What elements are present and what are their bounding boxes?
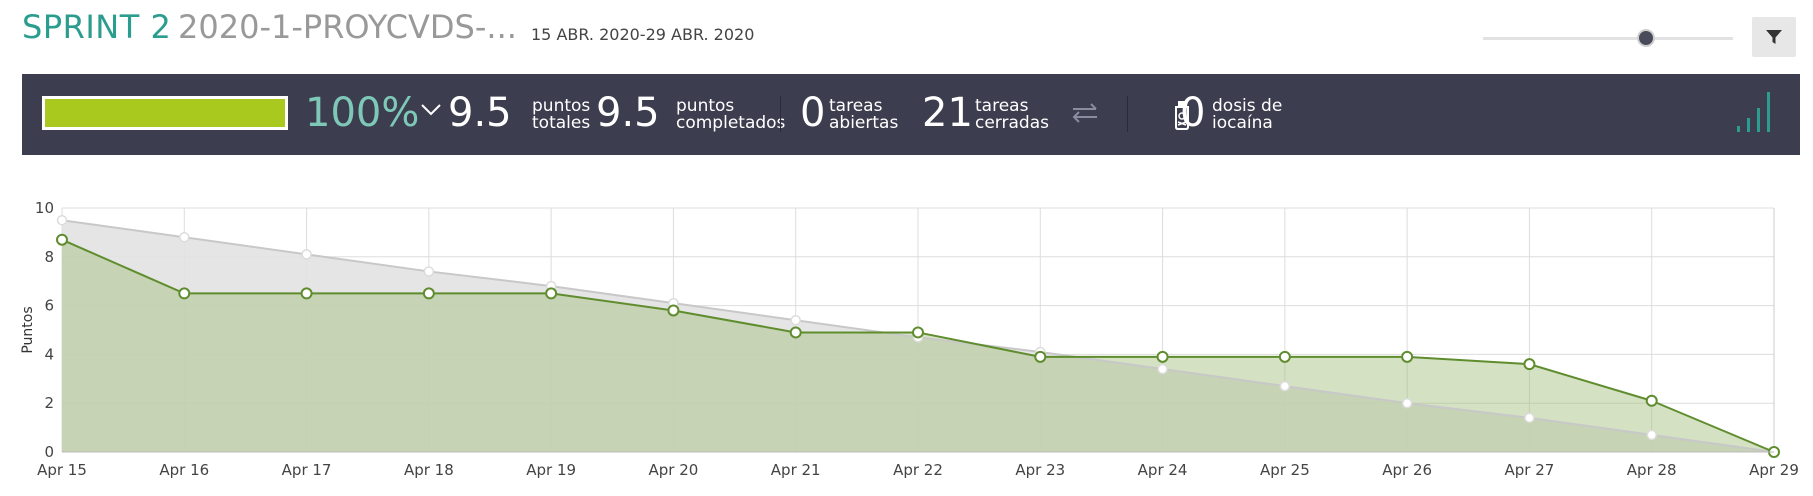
total-points-value: 9.5	[448, 90, 512, 136]
y-tick-label: 6	[44, 297, 54, 315]
y-tick-label: 4	[44, 345, 54, 363]
closed-tasks-value: 21	[922, 90, 973, 136]
series-real-point[interactable]	[789, 326, 802, 339]
total-points-label-2: totales	[532, 113, 591, 133]
x-tick-label: Apr 22	[893, 461, 943, 479]
series-real-point[interactable]	[178, 287, 191, 300]
divider	[780, 96, 781, 132]
series-ideal-point[interactable]	[1524, 412, 1535, 424]
x-tick-label: Apr 25	[1260, 461, 1310, 479]
series-ideal-point[interactable]	[1157, 363, 1168, 375]
x-tick-label: Apr 15	[37, 461, 87, 479]
series-ideal-point[interactable]	[56, 214, 68, 226]
series-real-point[interactable]	[912, 326, 924, 339]
x-tick-label: Apr 19	[526, 461, 576, 479]
series-ideal-point[interactable]	[179, 232, 190, 243]
completed-points-label-2: completados	[676, 113, 786, 133]
filter-button[interactable]	[1752, 17, 1796, 57]
open-tasks-label-2: abiertas	[829, 113, 899, 133]
progress-bar	[42, 96, 288, 130]
swap-arrows-icon[interactable]	[1070, 100, 1100, 126]
series-ideal-point[interactable]	[1401, 397, 1413, 409]
x-tick-label: Apr 29	[1749, 461, 1799, 479]
series-real-point[interactable]	[545, 287, 558, 300]
zoom-slider[interactable]	[1483, 28, 1733, 48]
progress-percent: 100%	[305, 90, 420, 136]
x-tick-label: Apr 16	[159, 461, 209, 479]
y-tick-label: 10	[35, 199, 54, 217]
series-real-point[interactable]	[1278, 350, 1291, 363]
series-ideal-point[interactable]	[1279, 380, 1291, 392]
sprint-summary-bar: 100% 9.5 puntos totales 9.5 puntos compl…	[22, 74, 1800, 155]
x-tick-label: Apr 17	[282, 461, 332, 479]
completed-points-value: 9.5	[596, 90, 660, 136]
x-tick-label: Apr 28	[1627, 461, 1677, 479]
x-tick-label: Apr 26	[1382, 461, 1432, 479]
series-ideal-point[interactable]	[423, 266, 435, 277]
series-real-point[interactable]	[1523, 358, 1536, 371]
series-ideal-point[interactable]	[790, 314, 801, 326]
sprint-dates: 15 ABR. 2020-29 ABR. 2020	[531, 25, 755, 44]
series-real-point[interactable]	[1034, 350, 1047, 363]
closed-tasks-label-2: cerradas	[975, 113, 1049, 133]
x-tick-label: Apr 21	[771, 461, 821, 479]
open-tasks-value: 0	[800, 90, 826, 136]
series-real-point[interactable]	[1156, 350, 1169, 363]
slider-track[interactable]	[1483, 37, 1733, 40]
sprint-title[interactable]: SPRINT 2	[22, 8, 171, 46]
y-axis-label: Puntos	[20, 306, 36, 353]
project-title[interactable]: 2020-1-PROYCVDS-...	[178, 8, 517, 46]
y-tick-label: 0	[44, 443, 54, 461]
y-tick-label: 2	[44, 394, 54, 412]
iocaine-label-2: iocaína	[1212, 113, 1273, 133]
y-tick-label: 8	[44, 248, 54, 266]
burndown-chart-svg: 0 2 4 6 8 10 Apr 15 Apr 16 Apr 17 Apr 18 Apr 19 Apr…	[20, 199, 1799, 479]
x-tick-label: Apr 18	[404, 461, 454, 479]
funnel-icon	[1766, 30, 1782, 44]
series-real-point[interactable]	[56, 233, 68, 246]
series-real-point[interactable]	[667, 304, 680, 317]
sprint-header: SPRINT 2 2020-1-PROYCVDS-... 15 ABR. 202…	[0, 0, 1813, 62]
series-real-point[interactable]	[1401, 350, 1414, 363]
x-tick-label: Apr 20	[649, 461, 699, 479]
divider	[1127, 96, 1128, 132]
x-tick-label: Apr 27	[1505, 461, 1555, 479]
iocaine-value: 0	[1180, 90, 1206, 136]
series-ideal-point[interactable]	[1646, 429, 1657, 441]
series-real-point[interactable]	[1645, 394, 1658, 407]
series-real-point[interactable]	[300, 287, 313, 300]
chevron-down-icon[interactable]	[420, 103, 442, 117]
graph-toggle-icon[interactable]	[1735, 88, 1779, 134]
progress-fill	[45, 99, 285, 127]
burndown-chart: 0 2 4 6 8 10 Apr 15 Apr 16 Apr 17 Apr 18 Apr 19 Apr…	[0, 190, 1813, 496]
x-tick-label: Apr 23	[1015, 461, 1065, 479]
slider-thumb[interactable]	[1636, 29, 1655, 47]
x-tick-label: Apr 24	[1138, 461, 1188, 479]
series-ideal-point[interactable]	[301, 249, 312, 260]
series-real-point[interactable]	[422, 287, 435, 300]
